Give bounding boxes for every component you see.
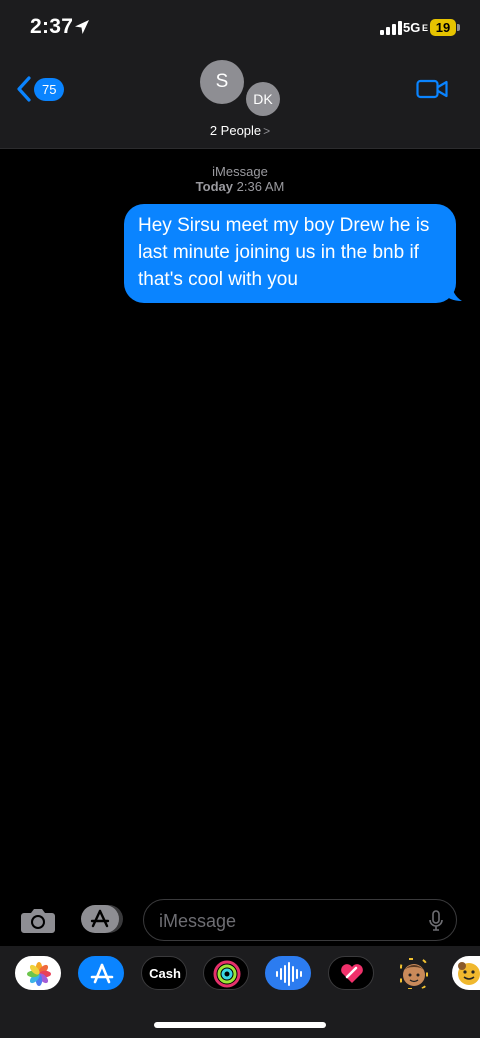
message-input-placeholder: iMessage [159, 911, 237, 931]
location-arrow-icon [75, 20, 89, 34]
status-time: 2:37 [30, 15, 74, 38]
network-suffix: E [422, 23, 429, 33]
battery-level: 19 [430, 19, 456, 36]
unread-count-badge: 75 [34, 77, 65, 101]
battery-icon: 19 [430, 19, 460, 37]
stickers-icon[interactable] [452, 956, 480, 990]
avatar[interactable]: DK [246, 82, 280, 116]
message-bubble-outgoing[interactable]: Hey Sirsu meet my boy Drew he is last mi… [124, 204, 456, 303]
chevron-right-icon: > [263, 124, 271, 138]
apple-cash-icon[interactable]: Cash [141, 956, 187, 990]
apple-cash-label: Cash [149, 966, 181, 981]
chevron-left-icon [17, 76, 31, 102]
activity-icon[interactable] [203, 956, 249, 990]
conversation-header: 75 S DK 2 People > [0, 56, 480, 149]
timestamp-time: 2:36 AM [236, 179, 285, 194]
message-input[interactable]: iMessage [143, 899, 457, 941]
status-bar: 2:37 5G E 19 [0, 0, 480, 56]
app-drawer: Cash [0, 946, 480, 1038]
camera-icon[interactable] [20, 906, 56, 934]
home-indicator[interactable] [154, 1022, 326, 1028]
microphone-icon[interactable] [428, 910, 444, 932]
conversation-timestamp: iMessage Today 2:36 AM [0, 164, 480, 194]
cellular-signal-icon [380, 21, 402, 35]
digital-touch-icon[interactable] [328, 956, 374, 990]
back-button[interactable]: 75 [16, 76, 65, 102]
group-details-link[interactable]: 2 People > [0, 123, 480, 138]
video-camera-icon[interactable] [416, 78, 448, 100]
timestamp-day: Today [195, 179, 233, 194]
audio-message-icon[interactable] [265, 956, 311, 990]
service-label: iMessage [212, 164, 268, 179]
compose-bar: iMessage [0, 896, 480, 946]
app-store-icon[interactable] [78, 956, 124, 990]
memoji-icon[interactable] [390, 956, 436, 990]
avatar[interactable]: S [200, 60, 244, 104]
app-store-toggle-icon[interactable] [80, 904, 124, 934]
network-type: 5G [403, 20, 421, 35]
bubble-tail [443, 281, 462, 301]
group-label: 2 People [209, 123, 262, 138]
photos-icon[interactable] [15, 956, 61, 990]
